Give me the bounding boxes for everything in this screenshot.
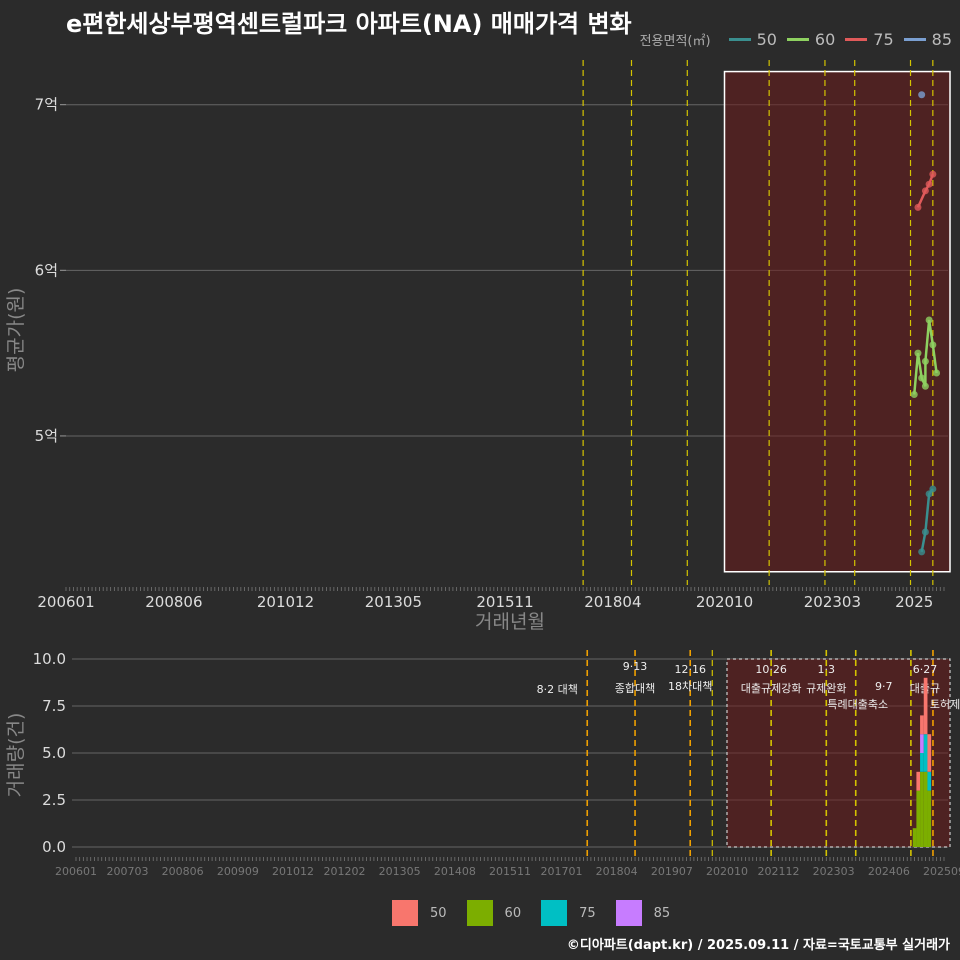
policy-annotation-label: 종합대책 <box>615 682 655 695</box>
bar-legend-item-85: 85 <box>615 900 671 926</box>
data-point-75 <box>929 170 937 178</box>
bar-segment-75 <box>927 771 932 791</box>
data-point-50 <box>929 485 937 493</box>
top-y-tick-label: 6억 <box>35 261 58 279</box>
bar-segment-60 <box>920 771 924 847</box>
bar-segment-50 <box>916 771 921 791</box>
credit-text: ©디아파트(dapt.kr) / 2025.09.11 / 자료=국토교통부 실… <box>566 938 950 953</box>
policy-annotation-date: 12·16 <box>674 663 706 676</box>
top-x-tick-label: 201305 <box>365 593 422 611</box>
data-point-60 <box>933 369 941 377</box>
data-point-50 <box>921 528 929 536</box>
bar-legend-label: 60 <box>504 905 522 921</box>
bottom-y-axis-title: 거래량(건) <box>5 713 27 798</box>
data-point-60 <box>921 357 929 365</box>
bottom-x-tick-label: 201511 <box>489 865 531 878</box>
top-y-tick-label: 5억 <box>35 427 58 445</box>
bottom-x-tick-label: 200909 <box>217 865 259 878</box>
policy-annotation-label: 규제완화 <box>806 682 846 695</box>
bottom-x-tick-label: 201408 <box>434 865 476 878</box>
bottom-y-tick-label: 0.0 <box>42 838 66 856</box>
policy-annotation-label: 대출규제강화 <box>741 682 802 695</box>
bar-segment-60 <box>916 790 921 847</box>
bottom-x-tick-label: 200601 <box>55 865 97 878</box>
bottom-x-tick-label: 201012 <box>272 865 314 878</box>
top-y-tick-label: 7억 <box>35 96 58 114</box>
data-point-75 <box>925 180 933 188</box>
bottom-y-tick-label: 7.5 <box>42 697 66 715</box>
policy-annotation-label: 9·7 <box>875 680 893 693</box>
top-highlight-region <box>723 70 951 573</box>
bottom-x-tick-label: 201907 <box>651 865 693 878</box>
data-point-60 <box>925 316 933 324</box>
bottom-x-tick-label: 202112 <box>757 865 799 878</box>
data-point-50 <box>918 548 926 556</box>
data-point-85 <box>918 91 926 99</box>
bar-segment-50 <box>927 734 932 772</box>
bar-segment-85 <box>920 734 924 753</box>
top-y-axis-title: 평균가(원) <box>5 288 27 373</box>
bottom-x-tick-label: 201701 <box>540 865 582 878</box>
policy-annotation-label: 특례대출축소 <box>827 698 888 711</box>
data-point-75 <box>921 187 929 195</box>
policy-annotation-date: 1·3 <box>818 663 836 676</box>
bar-segment-75 <box>923 734 928 772</box>
data-point-60 <box>921 382 929 390</box>
bottom-x-tick-label: 202509 <box>923 865 960 878</box>
bar-legend-label: 50 <box>430 905 447 921</box>
bottom-y-tick-label: 5.0 <box>42 744 66 762</box>
bar-segment-50 <box>920 715 924 735</box>
policy-annotation-date: 6·27 <box>913 663 938 676</box>
policy-annotation-label: 18차대책 <box>668 680 712 693</box>
bottom-x-tick-label: 200703 <box>106 865 148 878</box>
bar-segment-75 <box>920 753 924 772</box>
bottom-x-tick-label: 201202 <box>323 865 365 878</box>
top-x-axis-title: 거래년월 <box>475 611 545 633</box>
bar-legend-swatch <box>541 900 568 926</box>
bar-legend-item-75: 75 <box>541 900 596 926</box>
top-x-tick-label: 201012 <box>257 593 314 611</box>
bottom-x-tick-label: 201305 <box>379 865 421 878</box>
bar-segment-60 <box>923 771 928 847</box>
bar-segment-60 <box>912 828 917 847</box>
bottom-x-tick-label: 202010 <box>706 865 748 878</box>
policy-annotation-date: 10·26 <box>755 663 787 676</box>
top-x-tick-label: 201804 <box>584 593 641 611</box>
bottom-legend: 50 60 75 85 <box>392 900 690 926</box>
data-point-75 <box>914 203 922 211</box>
policy-annotation-label: 8·2 대책 <box>537 683 578 696</box>
bar-legend-swatch <box>615 900 642 926</box>
top-x-tick-label: 2025 <box>895 593 933 611</box>
bottom-x-tick-label: 200806 <box>162 865 204 878</box>
bar-legend-label: 85 <box>653 905 671 921</box>
bar-legend-label: 75 <box>579 905 596 921</box>
data-point-60 <box>914 349 922 357</box>
bar-legend-item-50: 50 <box>392 900 447 926</box>
data-point-60 <box>918 374 926 382</box>
top-x-tick-label: 202303 <box>804 593 861 611</box>
bottom-x-tick-label: 201804 <box>596 865 638 878</box>
bottom-y-tick-label: 10.0 <box>33 650 66 668</box>
policy-annotation-label: 토허제 해제 <box>930 697 960 711</box>
data-point-60 <box>929 341 937 349</box>
chart-canvas: 5억 6억 7억 200601 200806 201012 201305 201511 2018… <box>5 60 960 878</box>
bottom-y-tick-label: 2.5 <box>42 791 66 809</box>
bar-segment-60 <box>927 790 932 847</box>
bottom-x-tick-label: 202406 <box>868 865 910 878</box>
data-point-60 <box>910 391 918 399</box>
bar-segment-50 <box>923 677 928 735</box>
bar-legend-item-60: 60 <box>466 900 522 926</box>
top-x-tick-label: 202010 <box>696 593 753 611</box>
bottom-x-tick-label: 202303 <box>813 865 855 878</box>
top-x-tick-label: 200806 <box>145 593 202 611</box>
bar-legend-swatch <box>466 900 493 926</box>
top-x-tick-label: 200601 <box>37 593 94 611</box>
bar-legend-swatch <box>392 900 418 926</box>
policy-annotation-date: 9·13 <box>623 660 648 673</box>
top-x-tick-label: 201511 <box>476 593 533 611</box>
